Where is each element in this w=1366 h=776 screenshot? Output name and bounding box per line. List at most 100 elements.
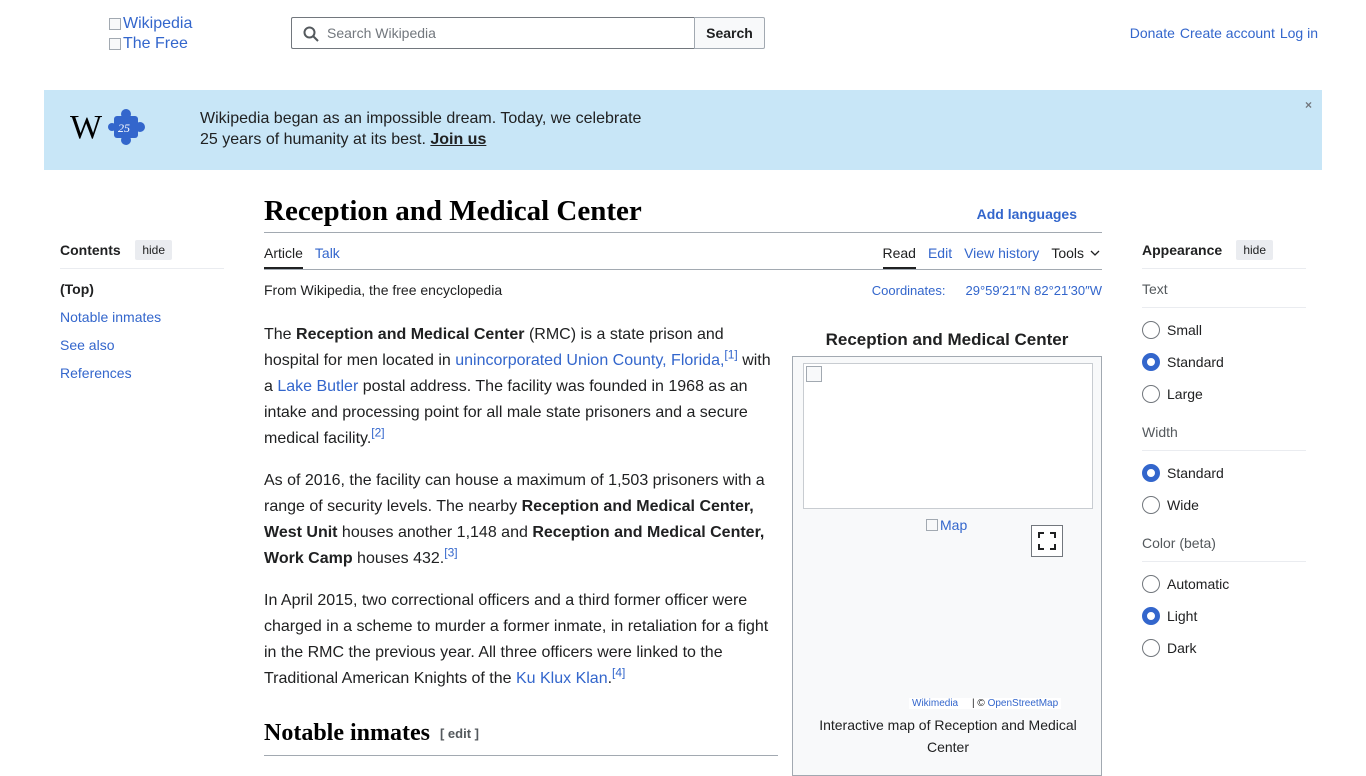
close-banner-icon[interactable]: ×	[1305, 98, 1312, 112]
reference-link-2[interactable]: [2]	[371, 426, 384, 440]
map-attribution: Wikimedia | © OpenStreetMap	[909, 698, 1062, 709]
map-alt-text: Map	[940, 517, 968, 533]
tab-read[interactable]: Read	[882, 245, 916, 269]
radio-button[interactable]	[1142, 575, 1160, 593]
banner-line-2: 25 years of humanity at its best.	[200, 131, 426, 148]
coordinates-label[interactable]: Coordinates:	[872, 283, 946, 298]
logo-alt-text: Wikipedia	[123, 15, 193, 32]
join-us-link[interactable]: Join us	[430, 131, 486, 148]
search-input[interactable]	[292, 18, 694, 48]
tab-edit[interactable]: Edit	[928, 245, 952, 269]
toc-item-references[interactable]: References	[60, 365, 132, 381]
view-tabs: Read Edit View history Tools	[882, 233, 1103, 269]
ref: [1]	[724, 348, 737, 362]
page-title-heading: Reception and Medical Center Add languag…	[264, 195, 1102, 233]
option-label: Wide	[1167, 497, 1199, 513]
text: houses another 1,148 and	[337, 524, 533, 541]
page-title: Reception and Medical Center	[264, 195, 642, 227]
option-label: Standard	[1167, 465, 1224, 481]
map-placeholder[interactable]: Map	[926, 517, 967, 533]
infobox-image-placeholder	[803, 363, 1093, 509]
search-icon	[303, 26, 319, 42]
toc-hide-button[interactable]: hide	[135, 240, 172, 260]
tools-label: Tools	[1051, 245, 1084, 261]
log-in-link[interactable]: Log in	[1280, 25, 1318, 41]
toc-title: Contents	[60, 242, 121, 258]
toc-item-wrap: Notable inmates	[60, 309, 224, 337]
color-dark[interactable]: Dark	[1142, 632, 1306, 664]
text-size-large[interactable]: Large	[1142, 378, 1306, 410]
ref: [3]	[444, 546, 457, 560]
color-automatic[interactable]: Automatic	[1142, 568, 1306, 600]
search-box	[291, 17, 694, 49]
text-size-label: Text	[1142, 269, 1306, 308]
infobox-frame: Map Wikimedia | © OpenStreetMap Interact…	[792, 356, 1102, 776]
width-options: Standard Wide	[1142, 451, 1306, 521]
radio-button[interactable]	[1142, 639, 1160, 657]
search-button[interactable]: Search	[694, 17, 765, 49]
toc-item-see-also[interactable]: See also	[60, 337, 114, 353]
add-languages-button[interactable]: Add languages	[977, 206, 1077, 222]
wikimedia-link[interactable]: Wikimedia	[912, 698, 958, 709]
map-caption: Interactive map of Reception and Medical…	[819, 717, 1077, 755]
text: The	[264, 326, 297, 343]
option-label: Light	[1167, 608, 1198, 624]
color-light[interactable]: Light	[1142, 600, 1306, 632]
user-links: Donate Create account Log in	[1130, 25, 1318, 41]
toc-item-top[interactable]: (Top)	[60, 281, 224, 309]
width-standard[interactable]: Standard	[1142, 457, 1306, 489]
ref: [4]	[612, 666, 625, 680]
reference-link-3[interactable]: [3]	[444, 546, 457, 560]
tab-article[interactable]: Article	[264, 245, 303, 269]
radio-button[interactable]	[1142, 385, 1160, 403]
lake-butler-link[interactable]: Lake Butler	[277, 378, 358, 395]
fullscreen-button[interactable]	[1031, 525, 1063, 557]
radio-button[interactable]	[1142, 496, 1160, 514]
option-label: Large	[1167, 386, 1203, 402]
create-account-link[interactable]: Create account	[1180, 25, 1275, 41]
infobox: Reception and Medical Center Map Wikimed…	[792, 321, 1102, 776]
broken-image-icon	[926, 519, 938, 531]
text-size-small[interactable]: Small	[1142, 314, 1306, 346]
attribution-separator: | ©	[972, 698, 985, 709]
article-body: The Reception and Medical Center (RMC) i…	[264, 322, 778, 756]
openstreetmap-link[interactable]: OpenStreetMap	[988, 698, 1059, 709]
radio-button[interactable]	[1142, 321, 1160, 339]
reference-link-4[interactable]: [4]	[612, 666, 625, 680]
width-wide[interactable]: Wide	[1142, 489, 1306, 521]
option-label: Automatic	[1167, 576, 1230, 592]
coordinates: Coordinates: 29°59′21″N 82°21′30″W	[872, 283, 1102, 298]
appearance-panel: Appearance hide Text Small Standard Larg…	[1142, 240, 1306, 664]
wikipedia-logo[interactable]: Wikipedia The Free	[109, 14, 209, 54]
text-size-standard[interactable]: Standard	[1142, 346, 1306, 378]
radio-button-selected[interactable]	[1142, 464, 1160, 482]
article-subheader: From Wikipedia, the free encyclopedia Co…	[264, 270, 1102, 310]
section-heading-notable-inmates: Notable inmates [ edit ]	[264, 720, 778, 756]
toc-item-notable-inmates[interactable]: Notable inmates	[60, 309, 161, 325]
union-county-link[interactable]: unincorporated Union County, Florida,	[455, 352, 724, 369]
search-form: Search	[291, 17, 765, 49]
radio-button-selected[interactable]	[1142, 353, 1160, 371]
ku-klux-klan-link[interactable]: Ku Klux Klan	[516, 670, 608, 687]
bold-text: Reception and Medical Center	[296, 326, 525, 343]
section-edit-link[interactable]: [ edit ]	[440, 726, 479, 741]
appearance-header: Appearance hide	[1142, 240, 1306, 269]
text: houses 432.	[352, 550, 445, 567]
tab-talk[interactable]: Talk	[315, 245, 340, 269]
tab-view-history[interactable]: View history	[964, 245, 1039, 269]
color-label: Color (beta)	[1142, 523, 1306, 562]
namespace-tabs: Article Talk	[264, 233, 340, 269]
tools-menu[interactable]: Tools	[1051, 245, 1102, 269]
logo-tagline-alt-text: The Free	[123, 35, 188, 52]
svg-text:W: W	[70, 109, 103, 146]
main-content: Reception and Medical Center Add languag…	[264, 195, 1103, 776]
reference-link-1[interactable]: [1]	[724, 348, 737, 362]
text-size-options: Small Standard Large	[1142, 308, 1306, 410]
toc-item-wrap: See also	[60, 337, 224, 365]
broken-image-icon	[109, 38, 121, 50]
donate-link[interactable]: Donate	[1130, 25, 1175, 41]
appearance-hide-button[interactable]: hide	[1236, 240, 1273, 260]
logo-tagline-placeholder: The Free	[109, 34, 209, 54]
radio-button-selected[interactable]	[1142, 607, 1160, 625]
coordinates-link[interactable]: 29°59′21″N 82°21′30″W	[965, 283, 1102, 298]
